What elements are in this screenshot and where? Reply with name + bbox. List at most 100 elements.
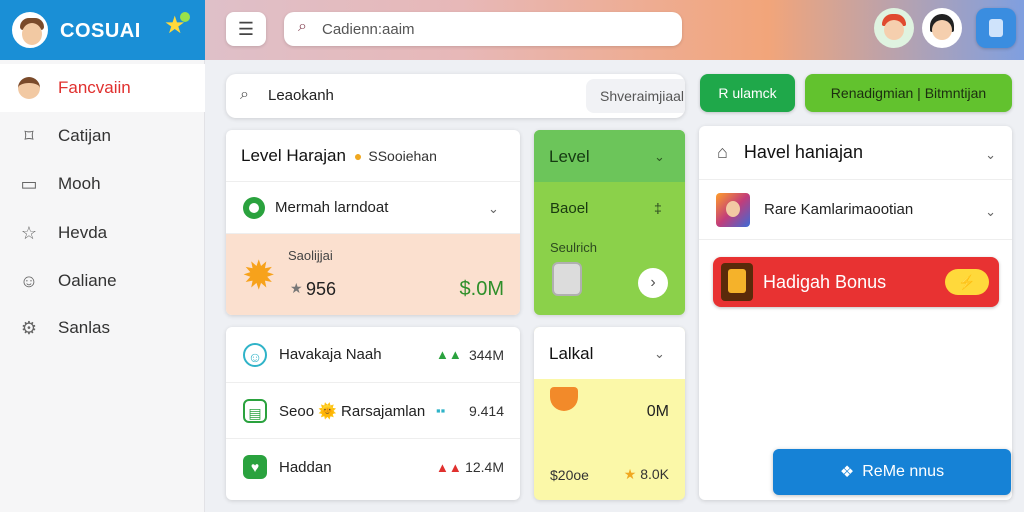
smile-icon: ☺ <box>243 342 267 367</box>
sidebar-item-oaliane[interactable]: ☺ Oaliane <box>0 257 205 305</box>
yellow-card-value: $20oe <box>550 467 589 483</box>
green-card-title: Level <box>549 147 590 166</box>
avatar-face <box>22 23 42 45</box>
level-card-title: Level Harajan <box>241 145 346 165</box>
grid-icon: ▪▪ <box>436 403 446 418</box>
brand-header: COSUAI ★ <box>0 0 205 60</box>
coin-icon: ● <box>353 147 363 164</box>
smile-icon: ☺ <box>19 270 39 291</box>
list-item-value: 344M <box>468 346 504 363</box>
sidebar: Fancvaiin ⌑ Catijan ▭ Mooh ☆ Hevda ☺ Oal… <box>0 60 205 512</box>
status-dot-icon <box>243 196 265 219</box>
right-panel-header[interactable]: ⌂ Havel haniajan ⌄ <box>699 126 1012 180</box>
money-value: $.0M <box>459 278 504 300</box>
bonus-thumbnail <box>721 263 753 301</box>
chart-icon: ▲▲ <box>436 459 462 475</box>
device-button[interactable] <box>976 8 1016 48</box>
notification-dot <box>180 12 190 22</box>
right-panel-item-label: Rare Kamlarimaootian <box>764 201 914 218</box>
star-outline-icon: ☆ <box>20 222 38 243</box>
level-card-row-label: Mermah larndoat <box>275 199 389 216</box>
sidebar-item-label: Oaliane <box>58 271 117 290</box>
user-avatar[interactable] <box>922 8 962 48</box>
search-input[interactable] <box>322 17 662 41</box>
right-panel-item[interactable]: Rare Kamlarimaootian ⌄ <box>699 180 1012 240</box>
heart-icon: ♥ <box>243 455 267 479</box>
score-value: 956 <box>306 279 337 299</box>
bolt-icon[interactable]: ⚡ <box>945 269 989 295</box>
avatar-face <box>884 20 904 40</box>
sidebar-item-hevda[interactable]: ☆ Hevda <box>0 209 205 257</box>
bonus-banner[interactable]: Hadigah Bonus ⚡ <box>713 257 999 307</box>
chevron-down-icon[interactable]: ⌄ <box>654 346 665 362</box>
yellow-card-value: 0M <box>646 403 669 420</box>
level-card-header: Level Harajan ● SSooiehan <box>226 130 520 182</box>
cta-label: ReMe nnus <box>862 463 945 480</box>
list-item-value: 12.4M <box>465 459 504 475</box>
user-avatar[interactable] <box>874 8 914 48</box>
sun-icon: ✹ <box>242 254 276 298</box>
list-card: ☺ Havakaja Naah ▲▲ 344M ▤ Seoo 🌞 Rarsaja… <box>226 327 520 500</box>
image-icon: ▭ <box>20 173 38 194</box>
search-bar[interactable]: ⌕ <box>284 12 682 46</box>
filter-select-value: Shveraimjiaal <box>600 88 685 104</box>
game-thumbnail <box>716 192 750 227</box>
brand-name: COSUAI <box>60 20 141 42</box>
green-level-card: Level ⌄ Baoel ‡ Seulrich › <box>534 130 685 315</box>
sidebar-item-label: Fancvaiin <box>58 78 131 97</box>
filter-label: Leaokanh <box>268 87 334 104</box>
list-item-value: 9.414 <box>468 402 504 419</box>
list-item[interactable]: ♥ Haddan ▲▲ 12.4M <box>226 439 520 495</box>
primary-button[interactable]: R ulamck <box>700 74 795 112</box>
level-card-stats: Saolijjai ✹ ★ 956 $.0M <box>226 234 520 315</box>
list-item[interactable]: ▤ Seoo 🌞 Rarsajamlan ▪▪ 9.414 <box>226 383 520 439</box>
menu-button[interactable]: ☰ <box>226 12 266 46</box>
bookmark-icon: ⌑ <box>24 125 34 146</box>
shield-icon <box>550 387 578 411</box>
brand-avatar[interactable] <box>12 12 48 48</box>
gift-icon: ❖ <box>839 464 855 481</box>
avatar-face <box>932 20 952 40</box>
sidebar-item-mooh[interactable]: ▭ Mooh <box>0 160 205 208</box>
sidebar-item-fancvaiin[interactable]: Fancvaiin <box>0 64 205 112</box>
home-icon: ⌂ <box>717 142 728 162</box>
bonus-label: Hadigah Bonus <box>763 272 887 292</box>
cta-button[interactable]: ❖ ReMe nnus <box>773 449 1011 495</box>
level-card-subtitle: SSooiehan <box>368 147 437 164</box>
list-item-label: Haddan <box>279 458 332 476</box>
chart-icon: ▲▲ <box>436 347 462 362</box>
next-button[interactable]: › <box>638 268 668 298</box>
search-icon: ⌕ <box>240 86 249 103</box>
green-card-header[interactable]: Level ⌄ <box>534 130 685 182</box>
filter-select[interactable]: Shveraimjiaal ✕ ⌄ <box>586 79 685 113</box>
yellow-card-header[interactable]: Lalkal ⌄ <box>534 327 685 379</box>
level-card: Level Harajan ● SSooiehan Mermah larndoa… <box>226 130 520 315</box>
robot-icon <box>552 262 582 296</box>
chevron-down-icon[interactable]: ⌄ <box>985 204 996 220</box>
search-icon: ⌕ <box>298 18 307 35</box>
chevron-down-icon[interactable]: ⌄ <box>488 201 499 217</box>
sidebar-item-sanlas[interactable]: ⚙ Sanlas <box>0 304 205 352</box>
sidebar-item-label: Catijan <box>58 126 111 145</box>
calendar-icon: ▤ <box>243 398 267 423</box>
list-item[interactable]: ☺ Havakaja Naah ▲▲ 344M <box>226 327 520 383</box>
menu-icon: ☰ <box>237 18 255 39</box>
right-panel: ⌂ Havel haniajan ⌄ Rare Kamlarimaootian … <box>699 126 1012 500</box>
star-icon: ★ <box>290 280 303 296</box>
star-icon: ★ <box>623 466 637 482</box>
yellow-card-title: Lalkal <box>549 344 594 363</box>
chevron-down-icon[interactable]: ⌄ <box>654 149 665 165</box>
yellow-card-value-rating: ★ 8.0K <box>624 466 669 483</box>
yellow-card: Lalkal ⌄ 0M $20oe ★ 8.0K <box>534 327 685 500</box>
right-panel-title: Havel haniajan <box>743 142 863 162</box>
chevron-down-icon[interactable]: ⌄ <box>985 147 996 163</box>
sidebar-item-label: Hevda <box>58 223 108 242</box>
sidebar-item-label: Mooh <box>58 174 101 193</box>
secondary-button[interactable]: Renadigmian | Bitmntijan <box>805 74 1012 112</box>
list-item-label: Havakaja Naah <box>279 346 382 363</box>
green-card-line: Seulrich <box>550 240 597 255</box>
avatar-icon <box>18 77 40 99</box>
pin-icon: ‡ <box>654 200 662 216</box>
sidebar-item-catijan[interactable]: ⌑ Catijan <box>0 112 205 160</box>
level-card-selector[interactable]: Mermah larndoat ⌄ <box>226 182 520 234</box>
